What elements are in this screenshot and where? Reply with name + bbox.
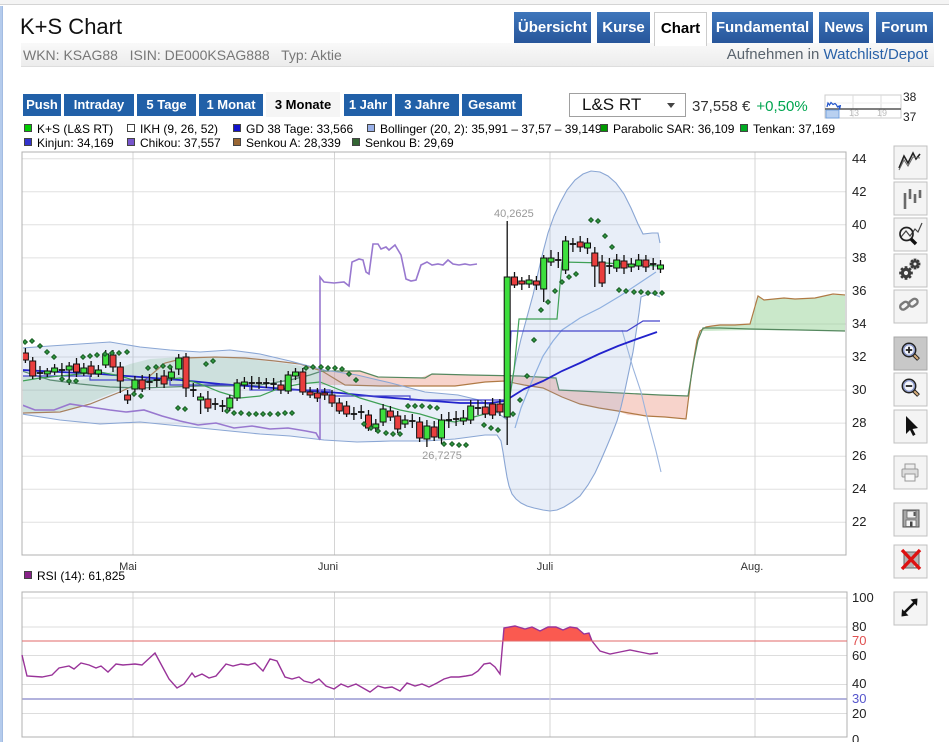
svg-text:26,7275: 26,7275 [422,450,462,462]
svg-text:70: 70 [852,633,866,648]
svg-text:42: 42 [852,184,866,199]
svg-text:28: 28 [852,415,866,430]
svg-text:38: 38 [852,250,866,265]
svg-text:30: 30 [852,382,866,397]
svg-text:Aug.: Aug. [741,561,764,573]
svg-text:36: 36 [852,283,866,298]
svg-text:34: 34 [852,316,866,331]
svg-text:22: 22 [852,514,866,529]
svg-text:40: 40 [852,676,866,691]
svg-text:100: 100 [852,590,874,605]
svg-text:38: 38 [903,90,917,104]
svg-text:44: 44 [852,151,866,166]
svg-text:Juli: Juli [537,561,554,573]
svg-text:32: 32 [852,349,866,364]
svg-text:20: 20 [852,706,866,721]
svg-text:0: 0 [852,732,859,742]
svg-text:37: 37 [903,110,917,124]
svg-text:80: 80 [852,619,866,634]
svg-text:Juni: Juni [318,561,338,573]
svg-text:Mai: Mai [119,561,137,573]
svg-text:40: 40 [852,217,866,232]
svg-text:40,2625: 40,2625 [494,208,534,220]
svg-text:24: 24 [852,481,866,496]
svg-text:60: 60 [852,648,866,663]
svg-text:30: 30 [852,691,866,706]
svg-text:26: 26 [852,448,866,463]
